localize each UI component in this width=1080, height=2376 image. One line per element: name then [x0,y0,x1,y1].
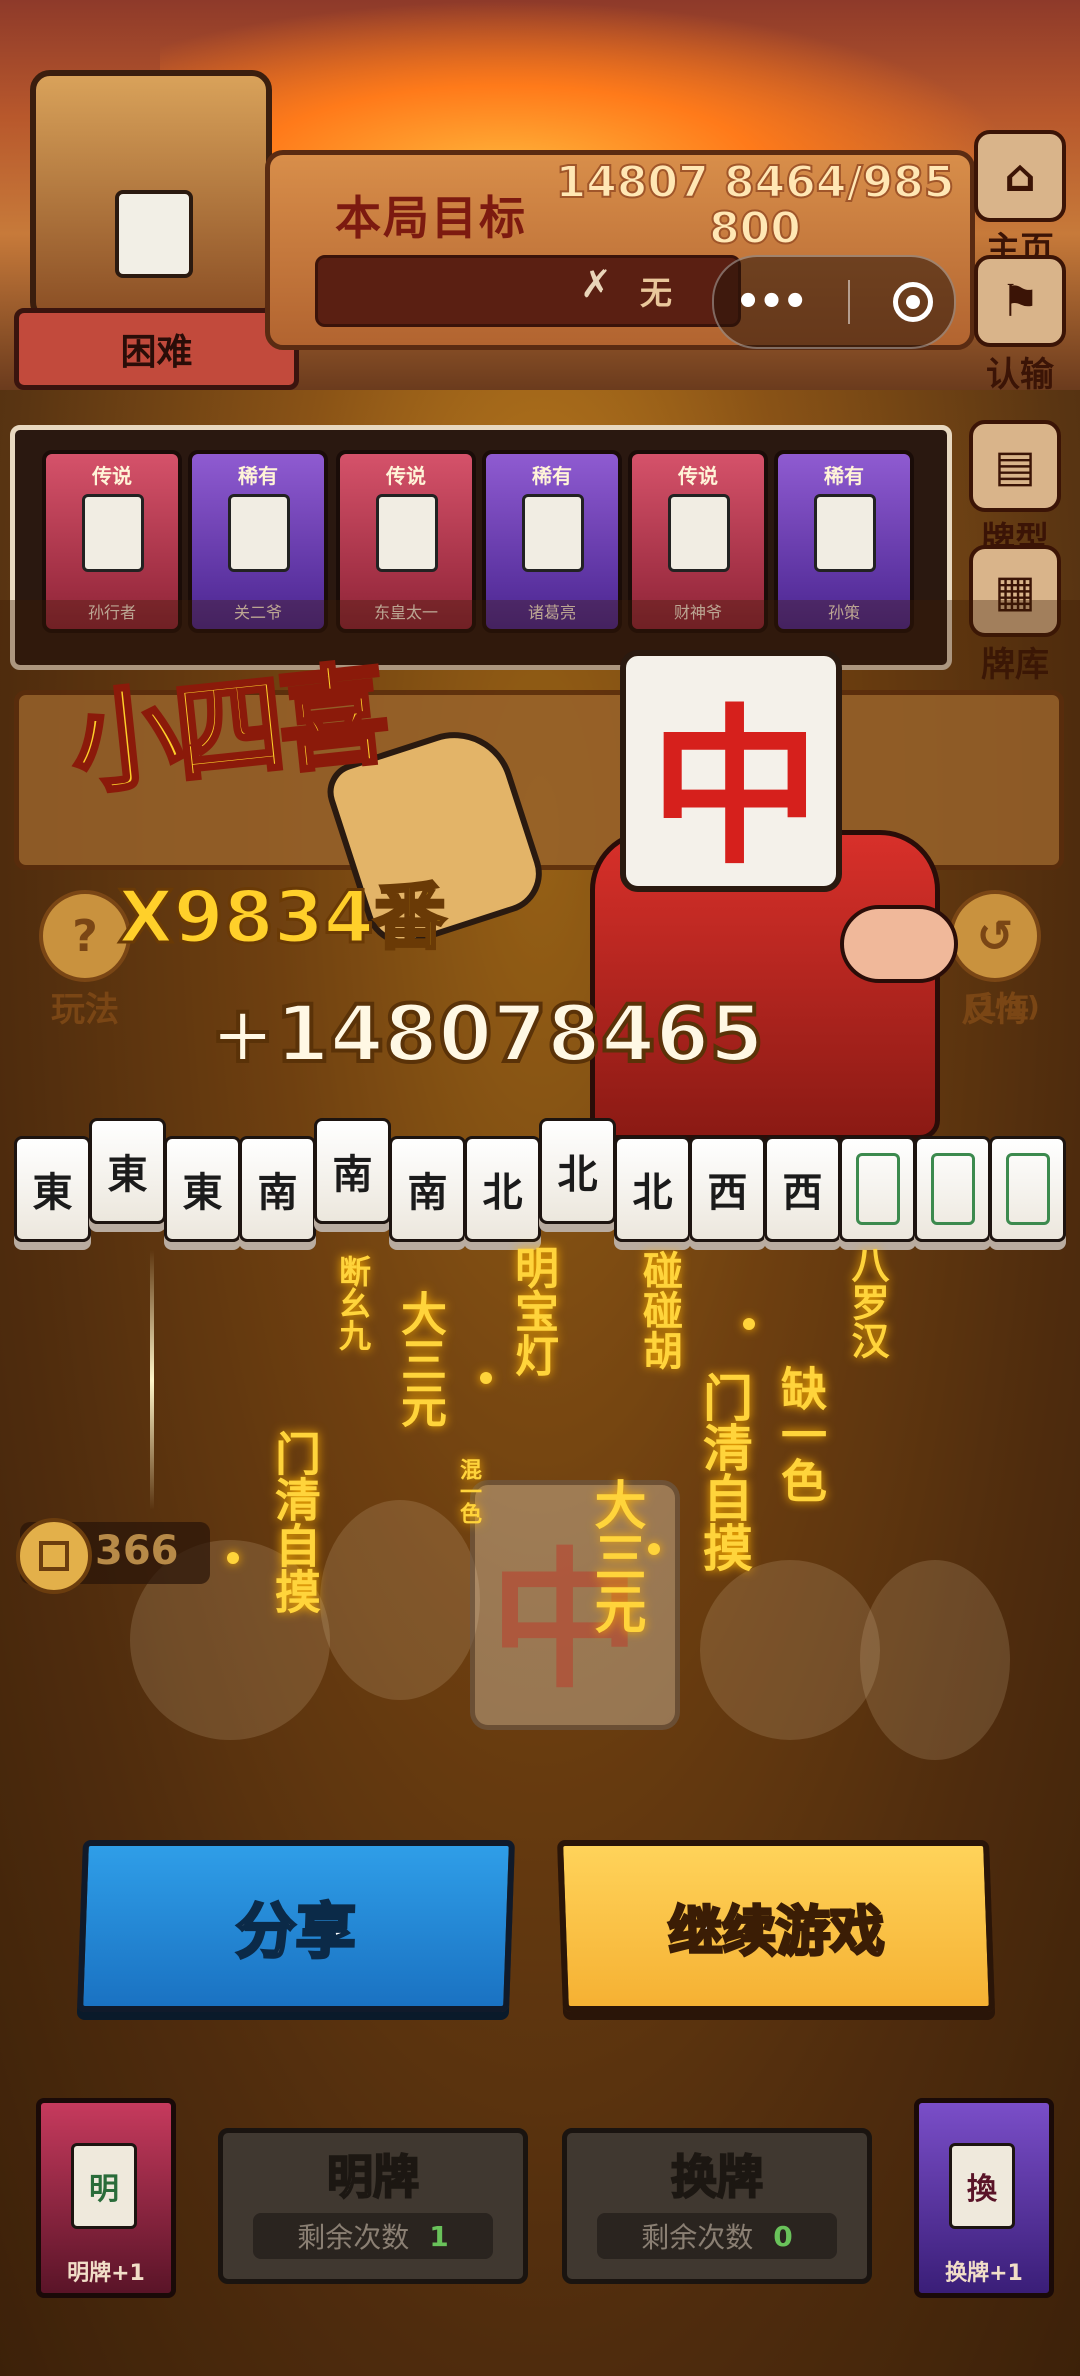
more-icon[interactable]: ••• [735,279,808,325]
share-button[interactable]: 分享 [76,1840,516,2012]
close-target-icon[interactable] [892,282,933,322]
crowd-figure [320,1500,480,1700]
mascot-glyph: 中 [650,690,821,888]
boss-tile-face [115,190,193,278]
capsule-divider [848,280,851,324]
light-streak [150,1250,154,1510]
swap-card-title: 换牌 [670,2149,764,2205]
hand-tile[interactable]: 北 [539,1118,616,1224]
card-figure [668,494,730,572]
howto-label: 玩法 [51,990,119,1030]
crowd-figure [860,1560,1010,1760]
open-card-mini-tile: 明 [71,2143,137,2229]
mascot-hand [840,905,958,983]
fan-multiplier: X9834番 [117,874,448,961]
open-card-remaining-count: 1 [429,2219,449,2253]
card-figure [228,494,290,572]
open-card-remaining: 剩余次数 1 [253,2213,493,2259]
undo-icon: ↺ [949,890,1041,982]
hand-tile[interactable]: 西 [764,1136,841,1242]
open-card-remaining-label: 剩余次数 [297,2221,410,2254]
card-figure [522,494,584,572]
falling-hand-name: 门清自摸 [695,1372,753,1572]
surrender-button[interactable]: ⚑ 认输 [965,255,1075,396]
sparkle-dot [227,1552,239,1564]
swap-card-item[interactable]: 換 换牌+1 [914,2098,1054,2298]
card-rarity: 传说 [678,464,718,488]
falling-hand-name: 大三元 [585,1478,645,1634]
hand-tile[interactable] [989,1136,1066,1242]
hand-tile[interactable]: 南 [239,1136,316,1242]
hand-tile[interactable]: 南 [389,1136,466,1242]
card-figure [376,494,438,572]
miniprogram-capsule: ••• [712,255,956,349]
hand-tile[interactable]: 西 [689,1136,766,1242]
card-rarity: 稀有 [824,464,864,488]
swap-card-remaining-label: 剩余次数 [641,2221,754,2254]
sparkle-dot [648,1543,660,1555]
sparkle-dot [480,1372,492,1384]
falling-hand-name: 缺一色 [774,1365,828,1503]
hand-tile[interactable]: 北 [614,1136,691,1242]
open-card-title: 明牌 [326,2149,420,2205]
hand-tile[interactable]: 東 [89,1118,166,1224]
card-rarity: 传说 [92,464,132,488]
swap-card-label: 换牌+1 [945,2261,1023,2286]
hand-tile[interactable]: 東 [14,1136,91,1242]
continue-game-button[interactable]: 继续游戏 [556,1840,996,2012]
coin-hole [39,1541,69,1571]
flag-icon: ⚑ [974,255,1066,347]
falling-hand-name: 混一色 [456,1458,481,1524]
goal-label: 本局目标 [335,191,527,245]
home-icon: ⌂ [974,130,1066,222]
hand-tile[interactable] [839,1136,916,1242]
open-card-item[interactable]: 明 明牌+1 [36,2098,176,2298]
open-card-action[interactable]: 明牌 剩余次数 1 [218,2128,528,2284]
goal-bar [315,255,741,327]
swap-card-remaining-count: 0 [773,2219,793,2253]
target-dot [905,295,920,309]
card-rarity: 稀有 [532,464,572,488]
hand-tile[interactable]: 南 [314,1118,391,1224]
open-card-label: 明牌+1 [67,2261,145,2286]
hand-tile[interactable] [914,1136,991,1242]
difficulty-ribbon: 困难 [14,308,299,390]
score-gain: +148078465 [208,988,766,1082]
falling-hand-name: 门清自摸 [268,1430,322,1614]
card-figure [82,494,144,572]
swap-card-remaining: 剩余次数 0 [597,2213,837,2259]
goal-progress: 14807 8464/985 800 [555,157,956,254]
home-button[interactable]: ⌂ 主页 [965,130,1075,271]
swap-card-action[interactable]: 换牌 剩余次数 0 [562,2128,872,2284]
crowd-figure [700,1560,880,1740]
pattern-button[interactable]: ▤ 牌型 [960,420,1070,561]
falling-hand-name: 断幺九 [334,1255,372,1351]
no-sign-icon: ✗ [580,262,612,306]
coin-value: 366 [95,1528,179,1574]
card-figure [814,494,876,572]
flames-decoration [160,0,1020,170]
falling-hand-name: 大三元 [394,1290,448,1428]
card-rarity: 传说 [386,464,426,488]
book-icon: ▤ [969,420,1061,512]
falling-hand-name: 明宝灯 [507,1245,558,1377]
hand-tile[interactable]: 東 [164,1136,241,1242]
card-rarity: 稀有 [238,464,278,488]
falling-hand-name: 碰碰胡 [636,1250,682,1370]
regret-count: (1/1) [965,990,1040,1023]
goal-bar-value: 无 [640,274,673,312]
falling-hand-name: 八罗汉 [845,1245,889,1359]
surrender-label: 认输 [986,355,1054,395]
swap-card-mini-tile: 換 [949,2143,1015,2229]
winning-hand-name: 小四喜 [63,648,391,812]
hand-tile[interactable]: 北 [464,1136,541,1242]
sparkle-dot [743,1318,755,1330]
coin-icon [16,1518,92,1594]
